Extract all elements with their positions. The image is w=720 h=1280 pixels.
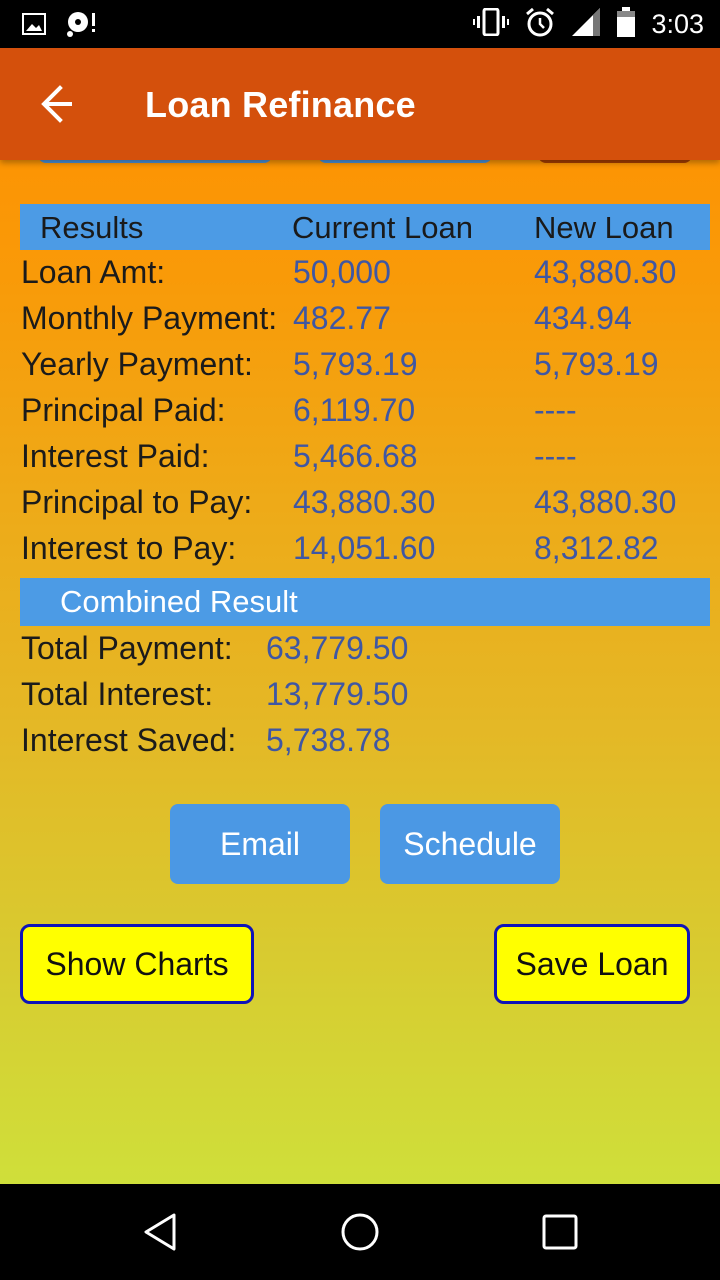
row-label: Interest Paid:	[21, 438, 210, 474]
new-value: 43,880.30	[534, 484, 677, 520]
combined-row-interest-saved: Interest Saved: 5,738.78	[0, 722, 720, 768]
row-label: Total Interest:	[21, 676, 214, 712]
new-value: 8,312.82	[534, 530, 659, 566]
current-value: 5,793.19	[293, 346, 418, 382]
app-title: Loan Refinance	[145, 84, 416, 125]
row-label: Yearly Payment:	[21, 346, 253, 382]
row-label: Monthly Payment:	[21, 300, 278, 336]
alarm-icon	[525, 7, 555, 42]
row-label: Total Payment:	[21, 630, 233, 666]
row-value: 13,779.50	[266, 676, 409, 712]
nav-recents-icon	[538, 1214, 582, 1258]
navigation-bar	[0, 1184, 720, 1280]
new-loan-header: New Loan	[534, 210, 674, 245]
app-bar: Loan Refinance	[0, 48, 720, 160]
new-value: 434.94	[534, 300, 632, 336]
row-label: Interest to Pay:	[21, 530, 237, 566]
row-label: Interest Saved:	[21, 722, 237, 758]
content-area[interactable]: Results Current Loan New Loan Loan Amt: …	[0, 48, 720, 1184]
nav-home-button[interactable]	[338, 1210, 382, 1254]
new-value: ----	[534, 438, 577, 474]
row-value: 63,779.50	[266, 630, 409, 666]
current-value: 43,880.30	[293, 484, 436, 520]
combined-row-total-interest: Total Interest: 13,779.50	[0, 676, 720, 722]
nav-back-button[interactable]	[138, 1210, 182, 1254]
image-notification-icon	[22, 13, 46, 40]
media-alert-icon	[66, 10, 98, 43]
current-loan-header: Current Loan	[292, 210, 473, 245]
result-row-interest-paid: Interest Paid: 5,466.68 ----	[0, 438, 720, 484]
back-button[interactable]	[30, 82, 82, 126]
battery-icon	[617, 6, 636, 42]
result-row-yearly-payment: Yearly Payment: 5,793.19 5,793.19	[0, 346, 720, 392]
current-value: 6,119.70	[293, 392, 416, 428]
row-label: Loan Amt:	[21, 254, 166, 290]
arrow-left-icon	[30, 85, 82, 130]
combined-row-total-payment: Total Payment: 63,779.50	[0, 630, 720, 676]
email-button[interactable]: Email	[170, 804, 350, 884]
schedule-button[interactable]: Schedule	[380, 804, 560, 884]
combined-result-header: Combined Result	[20, 578, 710, 626]
vibrate-icon	[473, 7, 510, 41]
current-value: 5,466.68	[293, 438, 418, 474]
new-value: 43,880.30	[534, 254, 677, 290]
result-row-principal-to-pay: Principal to Pay: 43,880.30 43,880.30	[0, 484, 720, 530]
result-row-loan-amt: Loan Amt: 50,000 43,880.30	[0, 254, 720, 300]
status-clock: 3:03	[651, 8, 704, 39]
show-charts-button[interactable]: Show Charts	[20, 924, 254, 1004]
row-value: 5,738.78	[266, 722, 391, 758]
save-loan-button[interactable]: Save Loan	[494, 924, 690, 1004]
current-value: 482.77	[293, 300, 391, 336]
combined-result-title: Combined Result	[60, 584, 298, 619]
results-header: Results Current Loan New Loan	[20, 204, 710, 250]
row-label: Principal to Pay:	[21, 484, 253, 520]
status-bar: 3:03	[0, 0, 720, 48]
result-row-monthly-payment: Monthly Payment: 482.77 434.94	[0, 300, 720, 346]
results-header-label: Results	[40, 210, 144, 245]
result-row-principal-paid: Principal Paid: 6,119.70 ----	[0, 392, 720, 438]
row-label: Principal Paid:	[21, 392, 226, 428]
signal-icon	[571, 7, 601, 42]
nav-back-icon	[138, 1213, 182, 1258]
new-value: ----	[534, 392, 577, 428]
result-row-interest-to-pay: Interest to Pay: 14,051.60 8,312.82	[0, 530, 720, 576]
nav-home-icon	[338, 1213, 382, 1258]
current-value: 14,051.60	[293, 530, 436, 566]
nav-recents-button[interactable]	[538, 1210, 582, 1254]
new-value: 5,793.19	[534, 346, 659, 382]
current-value: 50,000	[293, 254, 391, 290]
